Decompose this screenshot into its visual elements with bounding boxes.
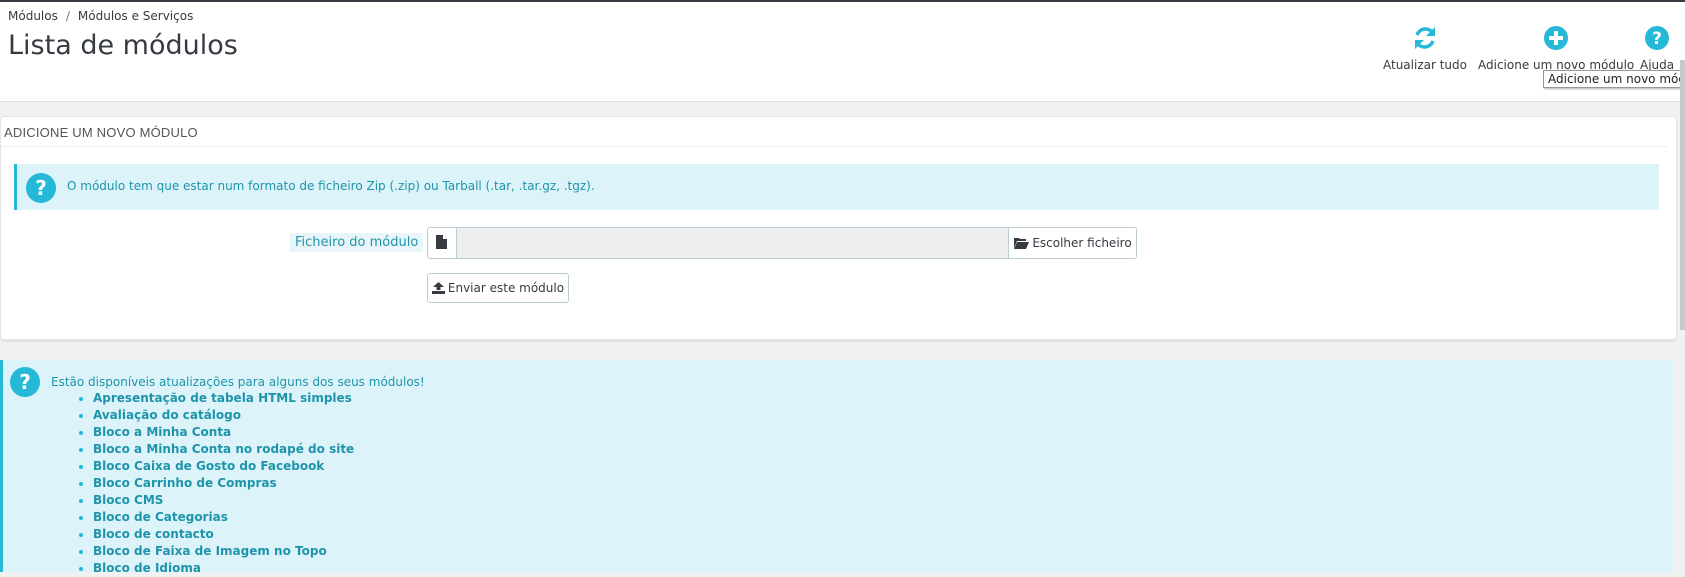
updates-intro: Estão disponíveis atualizações para algu… [51,375,425,389]
module-file-picker[interactable]: Escolher ficheiro [427,227,1137,259]
module-link[interactable]: Bloco Carrinho de Compras [93,476,277,490]
question-icon: ? [10,367,40,397]
refresh-all-label: Atualizar tudo [1383,58,1467,72]
upload-module-label: Enviar este módulo [447,281,565,295]
file-addon [428,228,457,258]
upload-icon [431,282,445,294]
add-module-tooltip: Adicione um novo módulo [1543,70,1685,88]
format-info-alert: ? O módulo tem que estar num formato de … [14,164,1659,210]
choose-file-button[interactable]: Escolher ficheiro [1008,228,1136,258]
help-button[interactable]: ? Ajuda [1640,24,1674,72]
breadcrumb-parent[interactable]: Módulos [8,9,58,23]
list-item[interactable]: Apresentação de tabela HTML simples [93,390,354,407]
question-icon: ? [26,173,56,203]
list-item[interactable]: Bloco de Categorias [93,509,354,526]
module-link[interactable]: Bloco a Minha Conta [93,425,231,439]
module-link[interactable]: Avaliação do catálogo [93,408,241,422]
refresh-all-button[interactable]: Atualizar tudo [1383,24,1467,72]
module-link[interactable]: Bloco de Categorias [93,510,228,524]
list-item[interactable]: Bloco Carrinho de Compras [93,475,354,492]
list-item[interactable]: Bloco Caixa de Gosto do Facebook [93,458,354,475]
breadcrumb-separator: / [65,9,70,23]
add-module-button[interactable]: Adicione um novo módulo [1478,24,1634,72]
format-info-text: O módulo tem que estar num formato de fi… [67,179,595,193]
svg-text:?: ? [35,176,47,200]
module-file-label: Ficheiro do módulo [290,233,424,252]
breadcrumb-current[interactable]: Módulos e Serviços [78,9,193,23]
list-item[interactable]: Bloco a Minha Conta no rodapé do site [93,441,354,458]
page-title: Lista de módulos [8,30,238,61]
module-link[interactable]: Bloco de Faixa de Imagem no Topo [93,544,327,558]
folder-open-icon [1014,238,1030,249]
svg-text:?: ? [19,370,31,394]
add-module-panel: Adicione um novo módulo ? O módulo tem q… [0,116,1677,340]
upload-module-button[interactable]: Enviar este módulo [427,273,569,303]
updates-available-alert: ? Estão disponíveis atualizações para al… [0,360,1673,575]
module-link[interactable]: Bloco de Idioma [93,561,201,575]
module-link[interactable]: Bloco a Minha Conta no rodapé do site [93,442,354,456]
module-link[interactable]: Bloco Caixa de Gosto do Facebook [93,459,324,473]
updates-module-list: Apresentação de tabela HTML simples Aval… [73,390,354,577]
window-scrollbar[interactable] [1680,60,1685,330]
list-item[interactable]: Bloco de Faixa de Imagem no Topo [93,543,354,560]
module-link[interactable]: Apresentação de tabela HTML simples [93,391,352,405]
list-item[interactable]: Bloco de contacto [93,526,354,543]
refresh-icon [1415,27,1435,49]
list-item[interactable]: Bloco de Idioma [93,560,354,577]
list-item[interactable]: Bloco a Minha Conta [93,424,354,441]
page-header: Módulos / Módulos e Serviços Lista de módu… [0,2,1685,102]
module-link[interactable]: Bloco CMS [93,493,163,507]
module-file-input[interactable] [457,228,1008,258]
add-circle-icon [1544,26,1569,50]
choose-file-label: Escolher ficheiro [1032,236,1132,250]
breadcrumb: Módulos / Módulos e Serviços [8,9,193,23]
list-item[interactable]: Avaliação do catálogo [93,407,354,424]
module-link[interactable]: Bloco de contacto [93,527,214,541]
svg-text:?: ? [1652,29,1662,49]
help-circle-icon: ? [1645,26,1670,50]
panel-heading: Adicione um novo módulo [1,117,1668,147]
file-icon [436,235,447,249]
list-item[interactable]: Bloco CMS [93,492,354,509]
